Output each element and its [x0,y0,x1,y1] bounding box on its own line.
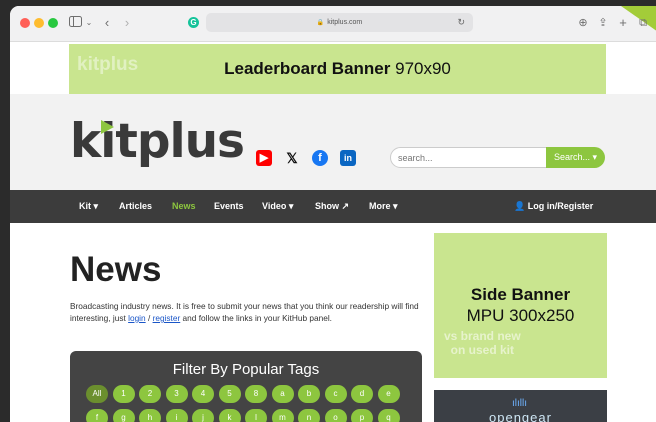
tag-chip[interactable]: n [298,409,320,422]
nav-item-video[interactable]: Video ▾ [262,190,293,223]
login-link[interactable]: login [128,313,146,323]
nav-item-more[interactable]: More ▾ [369,190,398,223]
url-text: kitplus.com [327,19,363,26]
tag-chip[interactable]: 4 [192,385,214,403]
tag-chip[interactable]: j [192,409,214,422]
intro-separator: / [145,313,153,323]
lock-icon: 🔒 [316,20,325,26]
waveform-icon: ılıllı [512,398,527,409]
logo-flag-icon [101,120,114,134]
nav-label: More [369,201,391,211]
zoom-window-button[interactable] [48,18,58,28]
leaderboard-title: Leaderboard Banner [224,59,391,78]
nav-label: Show [315,201,339,211]
browser-window: ⌄ ‹ › G 🔒 kitplus.com ↻ ⊕ ⇪ + ⧉ kitplus ▶… [10,6,656,422]
tag-chip[interactable]: 8 [245,385,267,403]
download-icon[interactable]: ⊕ [576,14,590,32]
sidebar-icon[interactable] [67,14,83,32]
nav-label: Kit [79,201,91,211]
tag-chip[interactable]: a [271,385,294,403]
page-title: News [70,250,162,289]
address-bar[interactable]: 🔒 kitplus.com ↻ [206,13,473,32]
tag-chip[interactable]: i [165,409,188,422]
x-icon[interactable]: 𝕏 [284,150,300,166]
tag-chip[interactable]: 2 [139,385,161,403]
leaderboard-size: 970x90 [395,59,451,78]
nav-item-news[interactable]: News [172,190,196,223]
tag-chip[interactable]: p [351,409,373,422]
tag-chip[interactable]: f [86,409,108,422]
tag-chip[interactable]: b [298,385,320,403]
intro-text: Broadcasting industry news. It is free t… [70,300,422,324]
search-input[interactable] [390,147,547,168]
nav-item-articles[interactable]: Articles [119,190,152,223]
tag-chip[interactable]: All [86,385,108,403]
intro-part: and follow the links in your KitHub pane… [180,313,332,323]
login-register-link[interactable]: 👤 Log in/Register [514,190,593,223]
nav-item-events[interactable]: Events [214,190,244,223]
tag-chip[interactable]: 3 [165,385,188,403]
banner-ghost-logo: kitplus [77,54,139,75]
nav-label: Events [214,201,244,211]
tag-chip[interactable]: 1 [112,385,135,403]
filter-title: Filter By Popular Tags [172,361,320,378]
tag-chip[interactable]: h [139,409,161,422]
ad-brand: opengear [489,410,552,422]
tag-chip[interactable]: e [377,385,400,403]
tabs-icon[interactable]: ⧉ [636,14,650,32]
side-banner-title: Side Banner [470,285,571,304]
linkedin-icon[interactable]: in [340,150,356,166]
reload-icon[interactable]: ↻ [457,13,465,32]
browser-toolbar: ⌄ ‹ › G 🔒 kitplus.com ↻ ⊕ ⇪ + ⧉ [10,6,656,42]
minimize-window-button[interactable] [34,18,44,28]
leaderboard-banner[interactable]: kitplus Leaderboard Banner 970x90 [69,44,606,94]
facebook-icon[interactable]: f [312,150,328,166]
opengear-ad[interactable]: ılıllı opengear [434,390,607,422]
nav-label: News [172,201,196,211]
chevron-right-icon[interactable]: › [120,14,134,32]
tag-chip[interactable]: k [218,409,241,422]
tag-chip[interactable]: m [271,409,294,422]
chevron-left-icon[interactable]: ‹ [100,14,114,32]
nav-item-show[interactable]: Show ↗ [315,190,349,223]
external-link-icon: ↗ [341,201,350,211]
close-window-button[interactable] [20,18,30,28]
plus-icon[interactable]: + [616,14,630,32]
nav-label: Video [262,201,287,211]
chevron-down-icon[interactable]: ⌄ [84,14,94,32]
tag-chip[interactable]: q [377,409,400,422]
login-label: Log in/Register [527,201,594,211]
site-header: kitplus ▶ 𝕏 f in Search... ▾ [10,94,656,190]
tag-chip[interactable]: o [324,409,347,422]
kitplus-logo[interactable]: kitplus [70,114,245,169]
tag-filter-panel: Filter By Popular Tags All 1 2 3 4 5 8 a b c d e fg… [70,351,422,422]
nav-label: Articles [119,201,153,211]
search-button-label: Search... [553,152,590,162]
tag-chip[interactable]: l [245,409,267,422]
tag-chip[interactable]: g [112,409,135,422]
user-icon: 👤 [514,201,526,211]
search-button[interactable]: Search... ▾ [546,147,605,168]
grammarly-icon[interactable]: G [188,17,199,28]
nav-item-kit[interactable]: Kit ▾ [79,190,98,223]
web-page: kitplus ▶ 𝕏 f in Search... ▾ kitplus Lea… [10,42,656,422]
tag-chip[interactable]: c [324,385,347,403]
main-nav: Kit ▾ Articles News Events Video ▾ Show … [10,190,656,223]
banner-ghost-text: vs brand new on used kit [444,329,521,357]
share-icon[interactable]: ⇪ [596,14,610,32]
tag-chip[interactable]: 5 [218,385,241,403]
side-banner-size: MPU 300x250 [466,306,575,325]
register-link[interactable]: register [153,313,181,323]
youtube-icon[interactable]: ▶ [256,150,272,166]
side-banner[interactable]: vs brand new on used kit Side Banner MPU … [434,233,607,378]
tag-chip[interactable]: d [351,385,373,403]
